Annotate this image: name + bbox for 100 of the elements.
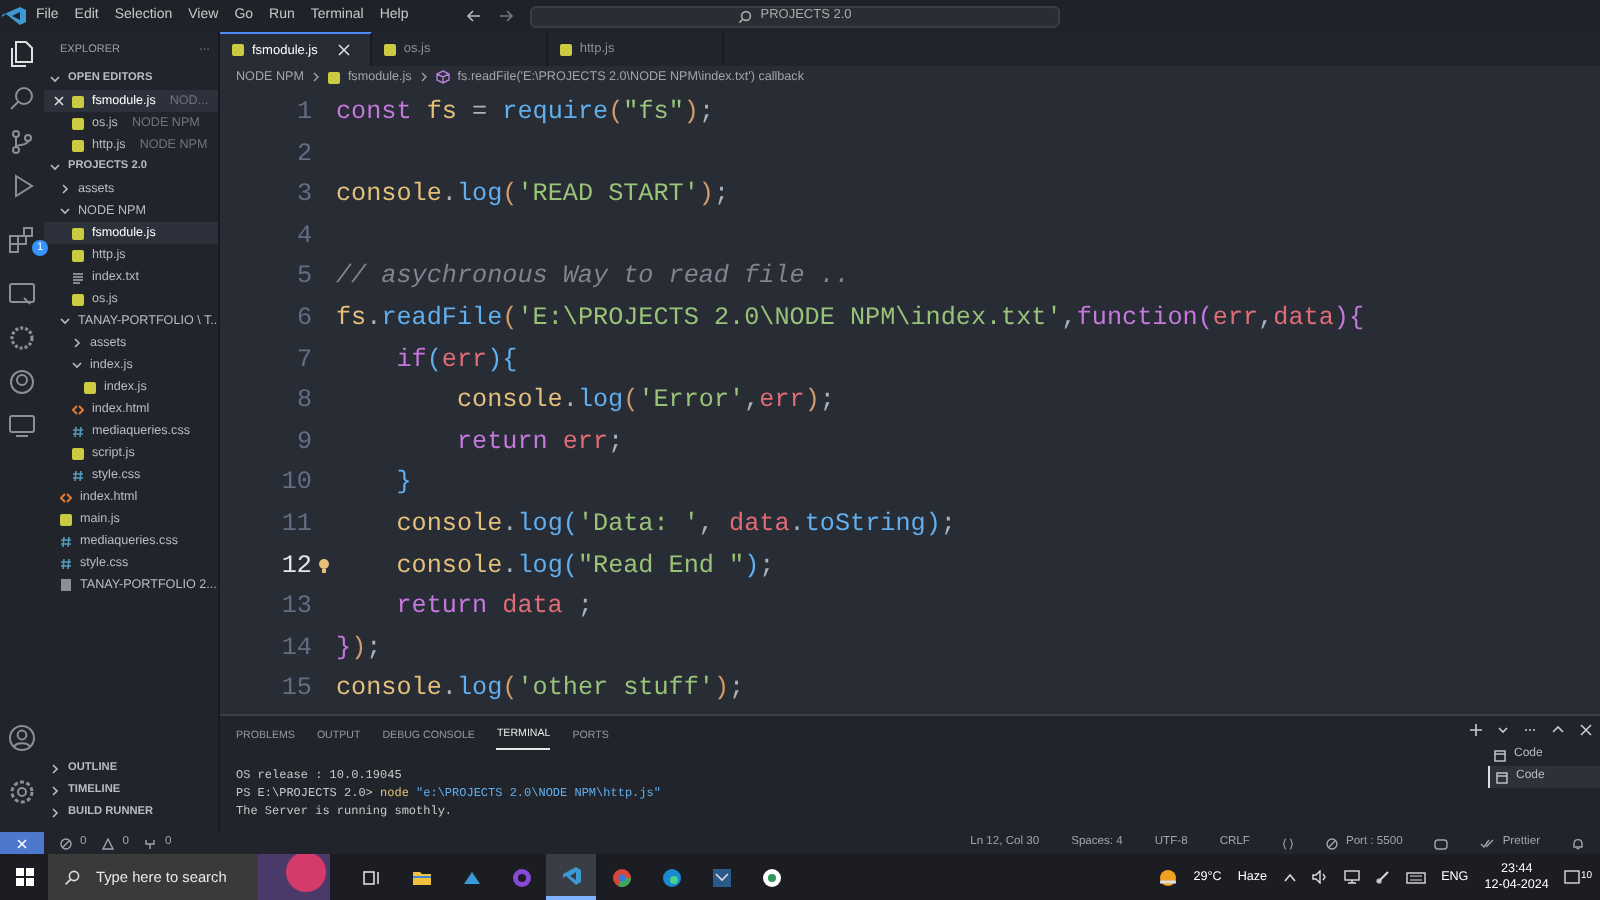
line-number: 7 bbox=[294, 343, 312, 378]
circle-logo-icon[interactable] bbox=[511, 867, 532, 887]
line-number: 4 bbox=[294, 219, 312, 254]
terminal-window-icon bbox=[1496, 771, 1508, 783]
task-view-icon[interactable] bbox=[361, 867, 382, 887]
code-line: } bbox=[394, 466, 412, 501]
chevron-right-icon bbox=[419, 72, 428, 82]
search-icon bbox=[64, 869, 80, 885]
js-file-icon bbox=[84, 381, 96, 393]
error-icon bbox=[60, 837, 72, 849]
line-number: 2 bbox=[294, 137, 312, 172]
pen-icon[interactable] bbox=[1375, 870, 1390, 884]
account-icon[interactable] bbox=[8, 724, 36, 752]
plus-icon[interactable] bbox=[1470, 724, 1482, 736]
code-line: }); bbox=[336, 631, 382, 666]
hash-file-icon bbox=[72, 469, 84, 481]
js-file-icon bbox=[383, 43, 396, 55]
hash-file-icon bbox=[60, 535, 72, 547]
line-number: 10 bbox=[279, 466, 312, 501]
line-number: 3 bbox=[294, 178, 312, 213]
line-number: 12 bbox=[279, 549, 312, 584]
chevron-right-icon bbox=[72, 338, 82, 348]
remote-icon bbox=[16, 837, 28, 849]
folder-icon[interactable] bbox=[411, 867, 432, 887]
terminal-window-icon bbox=[1494, 749, 1506, 761]
remote-desktop-icon[interactable] bbox=[711, 867, 732, 887]
settings-icon[interactable] bbox=[8, 777, 36, 806]
hash-file-icon bbox=[60, 557, 72, 569]
speaker-icon[interactable] bbox=[1311, 870, 1328, 884]
code-line: console.log('READ START'); bbox=[336, 178, 730, 213]
gear-wheel-icon[interactable] bbox=[8, 324, 36, 352]
code-line: return err; bbox=[454, 425, 624, 460]
forward-arrow-icon[interactable] bbox=[498, 8, 514, 24]
js-file-icon bbox=[232, 44, 244, 56]
line-number: 6 bbox=[294, 301, 312, 336]
code-line: return data ; bbox=[394, 590, 593, 625]
close-icon[interactable] bbox=[54, 96, 64, 106]
chevron-up-icon[interactable] bbox=[1552, 724, 1564, 736]
chat-bubble-icon[interactable] bbox=[761, 867, 782, 887]
line-number: 15 bbox=[279, 672, 312, 707]
keyboard-icon[interactable] bbox=[1405, 871, 1426, 883]
remote-explorer-icon[interactable] bbox=[8, 280, 36, 308]
code-editor-icon[interactable] bbox=[561, 865, 582, 885]
chevron-right-icon bbox=[50, 764, 60, 774]
chevron-down-icon bbox=[60, 316, 70, 326]
github-icon[interactable] bbox=[8, 368, 36, 396]
text-file-icon bbox=[72, 271, 84, 283]
chevron-right-icon bbox=[311, 72, 320, 82]
chevron-down-icon bbox=[60, 206, 70, 216]
braces-icon[interactable] bbox=[1281, 837, 1294, 849]
no-entry-icon bbox=[1325, 837, 1338, 849]
code-line: console.log("Read End "); bbox=[394, 549, 775, 584]
code-line: console.log('Error',err); bbox=[454, 384, 835, 419]
line-number: 11 bbox=[279, 507, 312, 542]
network-icon[interactable] bbox=[1343, 870, 1360, 884]
chevron-down-icon bbox=[50, 74, 60, 84]
windows-start-icon[interactable] bbox=[15, 868, 33, 886]
notification-icon[interactable] bbox=[1564, 869, 1581, 885]
code-line: // asychronous Way to read file .. bbox=[336, 260, 850, 295]
line-number: 9 bbox=[294, 425, 312, 460]
source-control-icon[interactable] bbox=[8, 128, 36, 156]
line-number: 13 bbox=[279, 590, 312, 625]
html-file-icon bbox=[72, 403, 84, 415]
cube-icon bbox=[435, 70, 450, 84]
browser-icon[interactable] bbox=[611, 867, 632, 887]
chevron-right-icon bbox=[60, 184, 70, 194]
double-check-icon bbox=[1480, 837, 1495, 849]
html-file-icon bbox=[60, 491, 72, 503]
chevron-right-icon bbox=[50, 808, 60, 818]
globe-browser-icon[interactable] bbox=[661, 867, 682, 887]
js-file-icon bbox=[72, 293, 84, 305]
close-icon[interactable] bbox=[337, 44, 350, 56]
bell-icon[interactable] bbox=[1572, 837, 1584, 849]
close-icon[interactable] bbox=[1580, 724, 1592, 736]
line-number: 5 bbox=[294, 260, 312, 295]
chevron-right-icon bbox=[50, 786, 60, 796]
code-editor-logo-icon bbox=[0, 6, 28, 26]
js-file-icon bbox=[72, 447, 84, 459]
search-icon bbox=[738, 9, 753, 23]
line-number: 14 bbox=[279, 631, 312, 666]
files-icon[interactable] bbox=[8, 40, 36, 68]
code-line: console.log('other stuff'); bbox=[336, 672, 745, 707]
back-arrow-icon[interactable] bbox=[466, 8, 482, 24]
chevron-down-icon bbox=[50, 162, 60, 172]
code-line: if(err){ bbox=[394, 343, 518, 378]
code-line: console.log('Data: ', data.toString); bbox=[394, 507, 956, 542]
code-line: const fs = require("fs"); bbox=[336, 96, 714, 130]
chevron-down-icon[interactable] bbox=[1498, 724, 1508, 736]
book-file-icon bbox=[60, 578, 72, 592]
weather-icon[interactable] bbox=[1157, 867, 1178, 887]
code-line: fs.readFile('E:\PROJECTS 2.0\NODE NPM\index.txt',function(err,data){ bbox=[336, 301, 1364, 336]
extensions-icon[interactable] bbox=[8, 225, 36, 254]
copilot-icon[interactable] bbox=[1434, 837, 1449, 849]
search-highlight-picture bbox=[258, 854, 331, 900]
chevron-up-icon[interactable] bbox=[1283, 871, 1296, 883]
chevron-down-icon bbox=[72, 360, 82, 370]
hash-file-icon bbox=[72, 425, 84, 437]
remote-button[interactable] bbox=[0, 832, 44, 854]
search-icon[interactable] bbox=[8, 84, 36, 112]
lightbulb-icon[interactable] bbox=[318, 557, 330, 574]
